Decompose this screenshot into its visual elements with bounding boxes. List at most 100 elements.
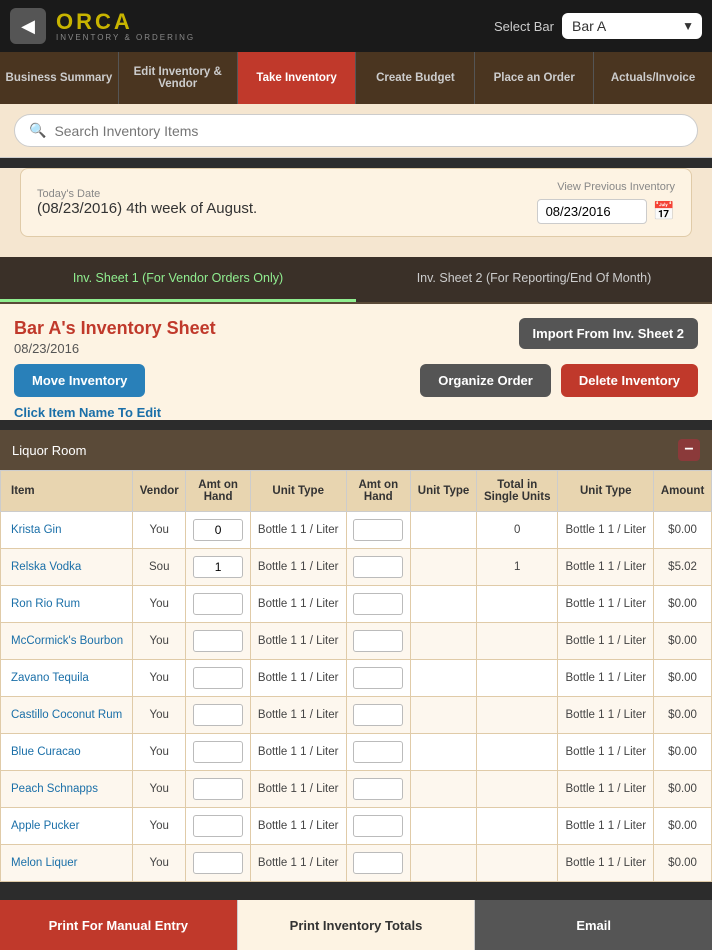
tab-edit-inventory[interactable]: Edit Inventory & Vendor [119, 52, 238, 104]
amt-input[interactable] [193, 630, 243, 652]
email-button[interactable]: Email [475, 900, 712, 950]
cell-amt-hand1[interactable] [186, 623, 250, 660]
tab-take-inventory[interactable]: Take Inventory [238, 52, 357, 104]
amt-input2[interactable] [353, 667, 403, 689]
cell-amt-hand2[interactable] [346, 623, 410, 660]
amt-input2[interactable] [353, 704, 403, 726]
cell-amt-hand1[interactable] [186, 660, 250, 697]
cell-amt-hand1[interactable] [186, 808, 250, 845]
amt-input2[interactable] [353, 593, 403, 615]
organize-order-button[interactable]: Organize Order [420, 364, 551, 397]
item-link[interactable]: Castillo Coconut Rum [11, 709, 122, 721]
cell-item-name[interactable]: Apple Pucker [1, 808, 133, 845]
amt-input[interactable] [193, 556, 243, 578]
nav-tabs: Business Summary Edit Inventory & Vendor… [0, 52, 712, 104]
room-header: Liquor Room − [0, 430, 712, 470]
cell-amt-hand1[interactable] [186, 549, 250, 586]
sheet-tab-1[interactable]: Inv. Sheet 1 (For Vendor Orders Only) [0, 257, 356, 302]
cell-item-name[interactable]: Relska Vodka [1, 549, 133, 586]
search-input[interactable] [54, 123, 683, 139]
back-button[interactable]: ◀ [10, 8, 46, 44]
cell-amt-hand2[interactable] [346, 697, 410, 734]
amt-input2[interactable] [353, 852, 403, 874]
amt-input2[interactable] [353, 815, 403, 837]
cell-amt-hand1[interactable] [186, 734, 250, 771]
click-edit-label: Click Item Name To Edit [14, 405, 698, 420]
item-link[interactable]: Krista Gin [11, 524, 62, 536]
cell-unit-type1: Bottle 1 1 / Liter [250, 734, 346, 771]
amt-input2[interactable] [353, 519, 403, 541]
cell-item-name[interactable]: Krista Gin [1, 512, 133, 549]
print-totals-button[interactable]: Print Inventory Totals [237, 900, 476, 950]
amt-input[interactable] [193, 519, 243, 541]
amt-input[interactable] [193, 852, 243, 874]
cell-item-name[interactable]: Ron Rio Rum [1, 586, 133, 623]
item-link[interactable]: Ron Rio Rum [11, 598, 80, 610]
cell-item-name[interactable]: Castillo Coconut Rum [1, 697, 133, 734]
cell-vendor: You [133, 771, 186, 808]
top-bar: ◀ ORCA INVENTORY & ORDERING Select Bar B… [0, 0, 712, 52]
amt-input2[interactable] [353, 556, 403, 578]
cell-amt-hand2[interactable] [346, 771, 410, 808]
bottom-bar: Print For Manual Entry Print Inventory T… [0, 900, 712, 950]
sheet-tab-2[interactable]: Inv. Sheet 2 (For Reporting/End Of Month… [356, 257, 712, 302]
item-link[interactable]: McCormick's Bourbon [11, 635, 123, 647]
room-collapse-button[interactable]: − [678, 439, 700, 461]
calendar-icon[interactable]: 📅 [653, 201, 675, 222]
amt-input[interactable] [193, 741, 243, 763]
tab-place-order[interactable]: Place an Order [475, 52, 594, 104]
cell-item-name[interactable]: Blue Curacao [1, 734, 133, 771]
bar-dropdown[interactable]: Bar A [562, 13, 702, 39]
amt-input2[interactable] [353, 630, 403, 652]
item-link[interactable]: Relska Vodka [11, 561, 81, 573]
cell-amount: $0.00 [654, 660, 712, 697]
amt-input[interactable] [193, 778, 243, 800]
cell-amt-hand2[interactable] [346, 660, 410, 697]
cell-unit-type3: Bottle 1 1 / Liter [558, 845, 654, 882]
prev-date-input[interactable] [537, 199, 647, 224]
amt-input[interactable] [193, 667, 243, 689]
col-unit-type2: Unit Type [411, 471, 477, 512]
amt-input2[interactable] [353, 741, 403, 763]
item-link[interactable]: Apple Pucker [11, 820, 79, 832]
cell-amt-hand2[interactable] [346, 512, 410, 549]
bar-dropdown-wrapper[interactable]: Bar A ▼ [562, 13, 702, 39]
cell-amt-hand2[interactable] [346, 586, 410, 623]
item-link[interactable]: Melon Liquer [11, 857, 77, 869]
amt-input[interactable] [193, 593, 243, 615]
cell-vendor: You [133, 734, 186, 771]
logo-area: ORCA INVENTORY & ORDERING [56, 11, 195, 42]
cell-amt-hand1[interactable] [186, 586, 250, 623]
item-link[interactable]: Blue Curacao [11, 746, 81, 758]
cell-amt-hand1[interactable] [186, 771, 250, 808]
cell-amt-hand1[interactable] [186, 697, 250, 734]
cell-unit-type2 [411, 623, 477, 660]
cell-item-name[interactable]: Zavano Tequila [1, 660, 133, 697]
delete-inventory-button[interactable]: Delete Inventory [561, 364, 698, 397]
cell-item-name[interactable]: Melon Liquer [1, 845, 133, 882]
amt-input[interactable] [193, 704, 243, 726]
cell-item-name[interactable]: McCormick's Bourbon [1, 623, 133, 660]
amt-input2[interactable] [353, 778, 403, 800]
tab-actuals-invoice[interactable]: Actuals/Invoice [594, 52, 712, 104]
cell-item-name[interactable]: Peach Schnapps [1, 771, 133, 808]
cell-unit-type1: Bottle 1 1 / Liter [250, 623, 346, 660]
move-inventory-button[interactable]: Move Inventory [14, 364, 145, 397]
cell-unit-type1: Bottle 1 1 / Liter [250, 845, 346, 882]
cell-unit-type1: Bottle 1 1 / Liter [250, 808, 346, 845]
import-button[interactable]: Import From Inv. Sheet 2 [519, 318, 698, 349]
cell-amt-hand2[interactable] [346, 734, 410, 771]
cell-amt-hand1[interactable] [186, 845, 250, 882]
cell-total-single [477, 660, 558, 697]
print-manual-button[interactable]: Print For Manual Entry [0, 900, 237, 950]
cell-amt-hand2[interactable] [346, 549, 410, 586]
cell-amt-hand2[interactable] [346, 808, 410, 845]
cell-amt-hand1[interactable] [186, 512, 250, 549]
tab-create-budget[interactable]: Create Budget [356, 52, 475, 104]
amt-input[interactable] [193, 815, 243, 837]
item-link[interactable]: Peach Schnapps [11, 783, 98, 795]
tab-business-summary[interactable]: Business Summary [0, 52, 119, 104]
item-link[interactable]: Zavano Tequila [11, 672, 89, 684]
cell-vendor: You [133, 512, 186, 549]
cell-amt-hand2[interactable] [346, 845, 410, 882]
